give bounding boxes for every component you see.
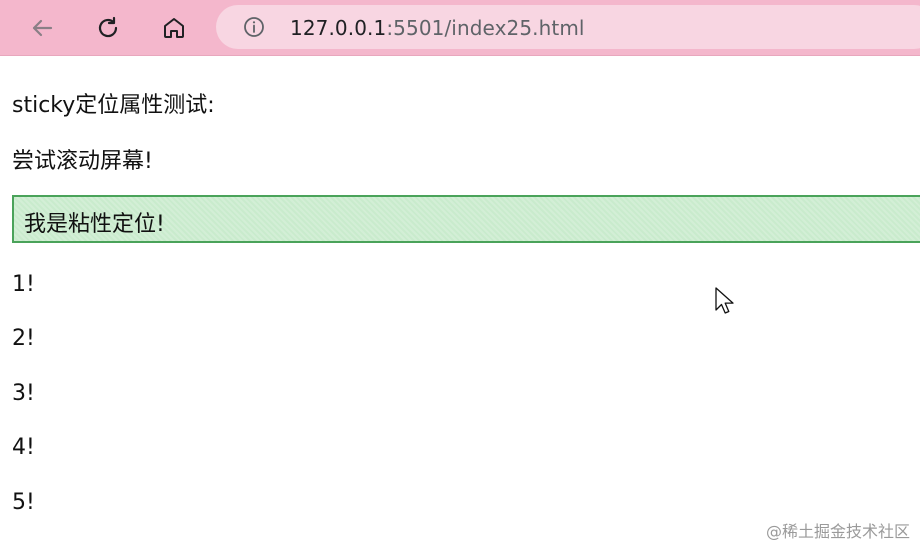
- home-icon: [164, 18, 184, 38]
- back-button[interactable]: [24, 10, 60, 46]
- url-host: 127.0.0.1: [290, 16, 387, 40]
- watermark: @稀土掘金技术社区: [765, 522, 910, 541]
- info-icon[interactable]: [242, 15, 266, 39]
- home-button[interactable]: [156, 10, 192, 46]
- sticky-label: 我是粘性定位!: [24, 212, 165, 237]
- url-text: 127.0.0.1:5501/index25.html: [290, 16, 585, 40]
- list-item-3: 3!: [12, 381, 35, 406]
- page-title: sticky定位属性测试:: [12, 93, 215, 118]
- browser-toolbar: 127.0.0.1:5501/index25.html: [0, 0, 920, 56]
- list-item-2: 2!: [12, 326, 35, 351]
- scroll-hint: 尝试滚动屏幕!: [12, 149, 153, 174]
- reload-icon: [98, 16, 118, 38]
- back-arrow-icon: [32, 19, 53, 37]
- page-content: sticky定位属性测试: 尝试滚动屏幕! 我是粘性定位! 1! 2! 3! 4…: [0, 57, 920, 550]
- sticky-box: 我是粘性定位!: [12, 195, 920, 243]
- list-item-4: 4!: [12, 435, 35, 460]
- url-path: :5501/index25.html: [386, 16, 585, 40]
- list-item-5: 5!: [12, 490, 35, 515]
- list-item-1: 1!: [12, 272, 35, 297]
- mouse-pointer-icon: [715, 287, 734, 314]
- reload-button[interactable]: [90, 10, 126, 46]
- address-bar[interactable]: 127.0.0.1:5501/index25.html: [216, 5, 920, 49]
